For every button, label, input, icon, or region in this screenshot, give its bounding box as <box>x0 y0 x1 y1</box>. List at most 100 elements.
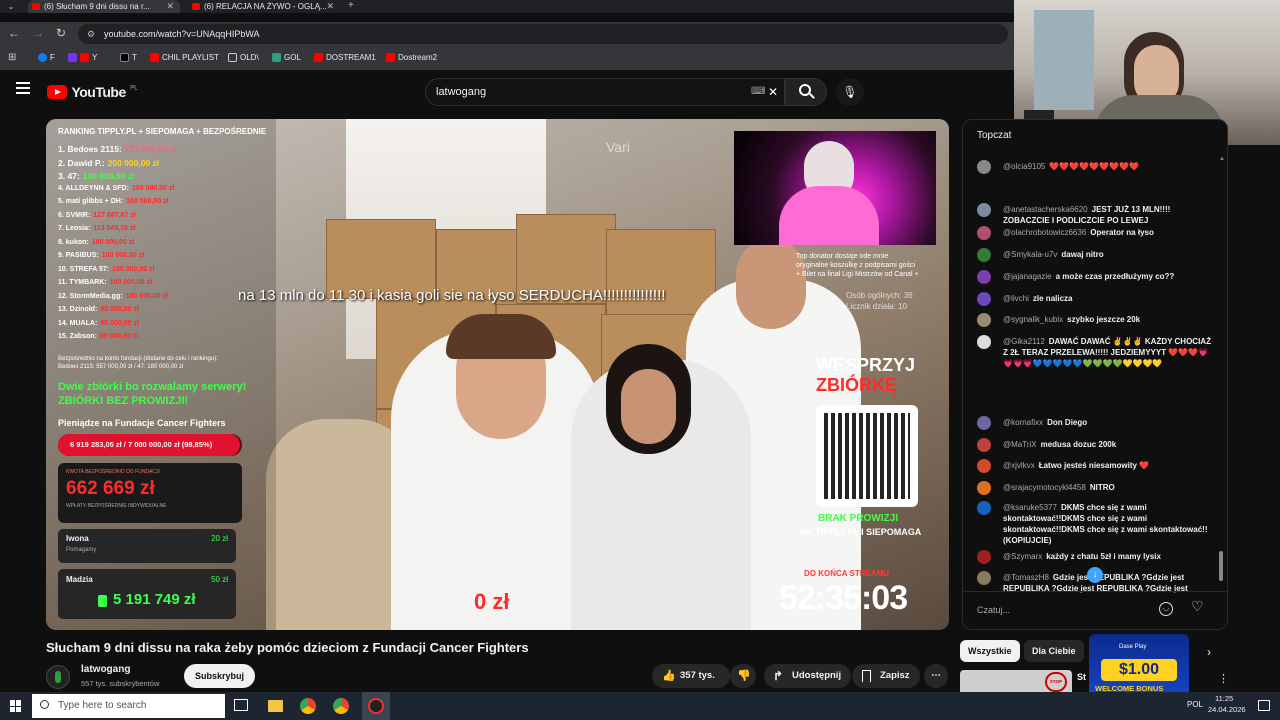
stream-caption: na 13 mln do 11 30 i kasia goli sie na ł… <box>238 287 666 304</box>
ranking-entry: 10. STREFA 57: 100 000,00 zł <box>58 265 155 273</box>
ranking-entry: 1. Bedoes 2115: 717 267,66 zł <box>58 144 177 154</box>
avatar[interactable] <box>977 459 991 473</box>
share-button[interactable]: ↱ Udostępnij <box>764 664 852 688</box>
forward-icon[interactable]: → <box>32 26 44 40</box>
youtube-play-icon <box>47 84 67 99</box>
taskbar-search-input[interactable]: Type here to search <box>32 694 225 718</box>
menu-icon[interactable] <box>16 82 30 94</box>
save-button[interactable]: Zapisz <box>852 664 920 688</box>
navigation-bar: ← → ↻ ⚙ youtube.com/watch?v=UNAqqHIPbWA <box>0 22 1014 46</box>
windows-taskbar: Type here to search POL 11:25 24.04.2026 <box>0 692 1280 720</box>
channel-name[interactable]: latwogang <box>81 664 130 675</box>
avatar[interactable] <box>977 481 991 495</box>
avatar[interactable] <box>977 416 991 430</box>
avatar[interactable] <box>977 292 991 306</box>
ranking-entry: 2. Dawid P.: 200 000,00 zł <box>58 157 160 168</box>
ranking-entry: 13. Dzinold: 95 000,00 zł <box>58 306 139 313</box>
chat-header[interactable]: Topczat <box>977 130 1011 141</box>
avatar[interactable] <box>977 313 991 327</box>
close-tab-icon[interactable]: ✕ <box>166 0 174 13</box>
windows-start-icon[interactable] <box>10 700 22 712</box>
recommended-thumbnail[interactable]: STOP CHAT <box>960 670 1072 692</box>
ranking-entry: 6. SVMIR: 127 887,67 zł <box>58 211 136 219</box>
avatar[interactable] <box>977 270 991 284</box>
microphone-icon[interactable]: 🎙 <box>836 78 864 106</box>
scroll-down-button[interactable]: ↓ <box>1087 567 1103 583</box>
like-button[interactable]: 👍 357 tys. <box>652 664 730 688</box>
thumbs-down-icon: 👎 <box>737 670 751 682</box>
tab-2[interactable]: (6) RELACJA NA ŻYWO - OGLĄ... ✕ <box>188 0 340 13</box>
channel-avatar[interactable] <box>46 665 70 689</box>
site-info-icon[interactable]: ⚙ <box>87 24 95 44</box>
stop-chat-sign: STOP CHAT <box>1045 672 1067 692</box>
chat-input[interactable]: Czatuj... <box>977 598 1167 622</box>
ranking-entry: 15. Zabson: 80 000,00 zł <box>58 333 139 340</box>
progress-bar: 6 919 283,05 zł / 7 000 000,00 zł (98,85… <box>58 434 242 456</box>
youtube-favicon-icon <box>192 3 200 10</box>
notification-icon[interactable] <box>1258 700 1270 711</box>
direct-donation-box: KWOTA BEZPOŚREDNIO DO FUNDACJI 662 669 z… <box>58 463 242 523</box>
back-icon[interactable]: ← <box>8 26 20 40</box>
bookmark-chil-playlist[interactable]: CHIL PLAYLIST <box>150 53 219 62</box>
qr-code[interactable] <box>816 405 918 507</box>
bookmark-dostream1[interactable]: DOSTREAM1 <box>314 53 376 62</box>
money-icon <box>98 595 107 607</box>
task-view-icon[interactable] <box>234 699 248 711</box>
avatar[interactable] <box>977 550 991 564</box>
dislike-button[interactable]: 👎 <box>730 664 756 688</box>
clear-search-icon[interactable]: ✕ <box>768 79 778 105</box>
new-tab-icon[interactable]: + <box>348 0 354 12</box>
bookmark-y[interactable]: Y <box>68 53 97 62</box>
filter-for-you-chip[interactable]: Dla Ciebie <box>1024 640 1084 662</box>
avatar[interactable] <box>977 571 991 585</box>
more-actions-button[interactable]: ⋯ <box>924 664 948 688</box>
keyboard-icon[interactable]: ⌨ <box>751 79 765 105</box>
bookmark-icon <box>862 670 871 682</box>
bookmark-t[interactable]: T <box>120 53 137 62</box>
heart-icon[interactable]: ♡ <box>1191 598 1204 615</box>
subscribe-button[interactable]: Subskrybuj <box>184 664 256 688</box>
ranking-overlay: RANKING TIPPLY.PL + SIEPOMAGA + BEZPOŚRE… <box>46 119 276 630</box>
filter-all-chip[interactable]: Wszystkie <box>960 640 1020 662</box>
bookmark-dostream2[interactable]: Dostream2 <box>386 53 437 62</box>
tab-1[interactable]: (6) Słucham 9 dni dissu na r... ✕ <box>28 0 180 13</box>
avatar[interactable] <box>977 226 991 240</box>
address-input[interactable]: ⚙ youtube.com/watch?v=UNAqqHIPbWA <box>78 24 1008 44</box>
thumbs-up-icon: 👍 <box>662 670 676 682</box>
file-explorer-icon[interactable] <box>268 700 283 712</box>
bookmark-f[interactable]: F <box>38 53 55 62</box>
apps-icon[interactable]: ⊞ <box>8 52 16 63</box>
avatar[interactable] <box>977 160 991 174</box>
video-player[interactable]: Vari RANKING TIPPLY.PL + SIEPOMAGA + BEZ… <box>46 119 949 630</box>
video-title: Słucham 9 dni dissu na raka żeby pomóc d… <box>46 640 529 655</box>
app-icon[interactable] <box>362 692 390 720</box>
avatar[interactable] <box>977 335 991 349</box>
ranking-entry: 8. kukon: 100 000,00 zł <box>58 238 135 246</box>
more-options-icon[interactable]: ⋮ <box>1218 672 1229 685</box>
avatar[interactable] <box>977 438 991 452</box>
search-button[interactable] <box>785 78 827 106</box>
more-icon: ⋯ <box>931 670 941 681</box>
countdown-timer: 52:35:03 <box>779 579 908 617</box>
close-tab-icon[interactable]: ✕ <box>326 0 334 13</box>
chrome-profile-icon[interactable] <box>300 698 316 714</box>
search-input[interactable]: latwogang ⌨ ✕ <box>425 78 785 106</box>
avatar[interactable] <box>977 203 991 217</box>
ranking-entry: 7. Leosia: 113 049,10 zł <box>58 225 136 232</box>
youtube-logo[interactable]: YouTube PL <box>47 83 138 101</box>
youtube-favicon-icon <box>32 3 40 10</box>
bookmark-gol[interactable]: GOL <box>272 53 301 62</box>
tab-search-icon[interactable]: ⌄ <box>4 1 18 12</box>
chat-scrollbar[interactable]: ▲ <box>1219 156 1225 586</box>
chrome-icon[interactable] <box>333 698 349 714</box>
watermark-text: Vari <box>606 139 630 155</box>
reload-icon[interactable]: ↻ <box>56 26 66 40</box>
avatar[interactable] <box>977 501 991 515</box>
donation-card: Iwona Pomagamy 20 zł <box>58 529 236 563</box>
emoji-icon[interactable]: ◡ <box>1159 602 1173 616</box>
zero-amount: 0 zł <box>474 589 510 614</box>
next-filters-icon[interactable]: › <box>1207 645 1211 659</box>
avatar[interactable] <box>977 248 991 262</box>
bookmark-old[interactable]: OLD\ <box>228 53 259 62</box>
ranking-entry: 9. PASIBUS: 100 000,00 zł <box>58 252 145 259</box>
